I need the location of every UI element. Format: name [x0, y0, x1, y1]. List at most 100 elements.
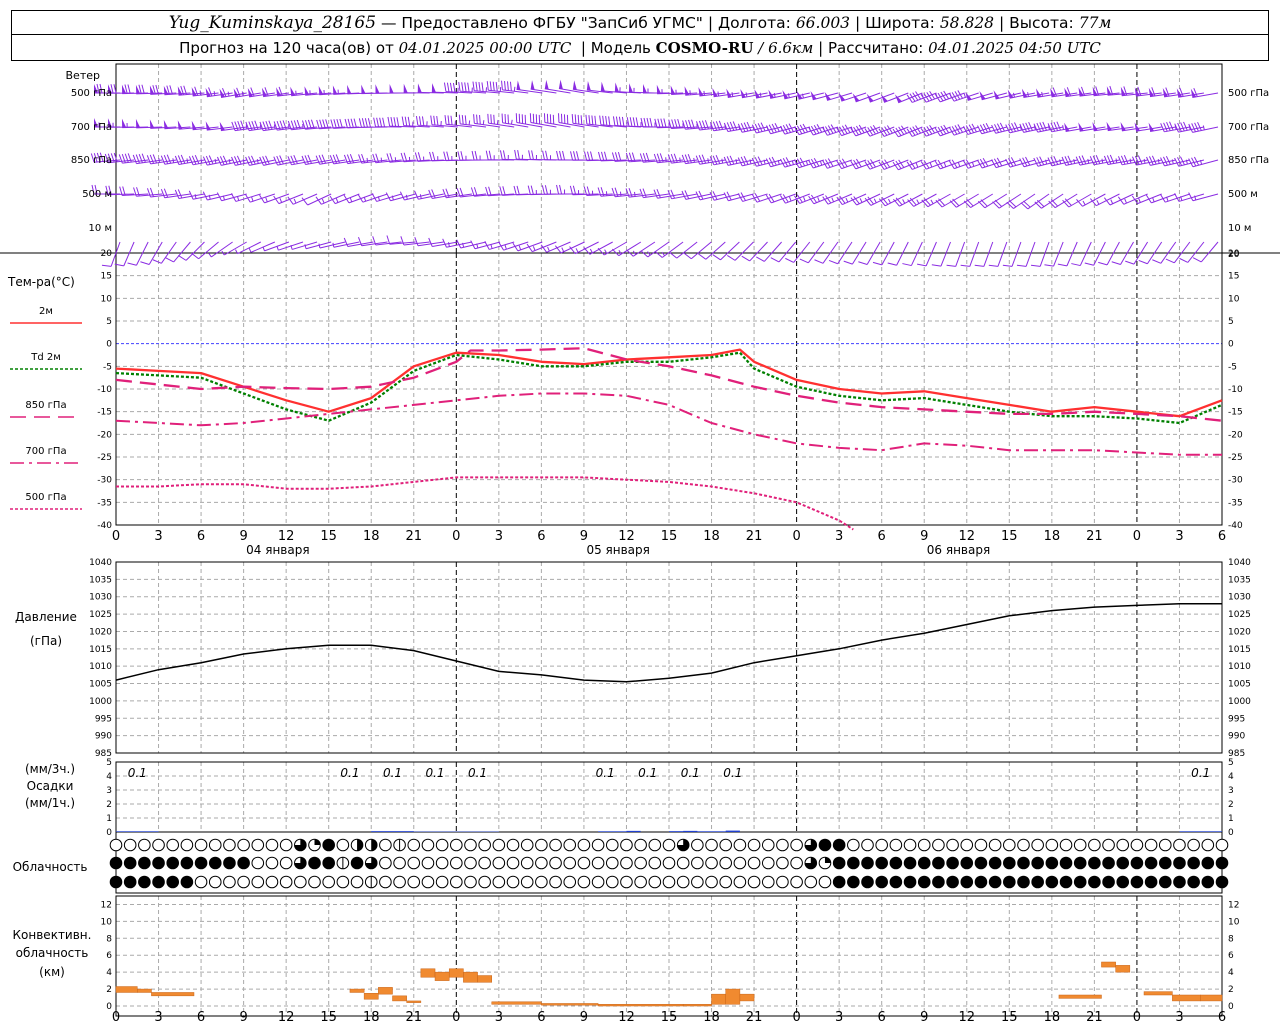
conv-ytick-left: 0 [106, 1002, 112, 1012]
wind-barb-feather [1078, 155, 1084, 165]
cloud-symbol [1088, 875, 1101, 889]
wind-barb-half [214, 158, 217, 164]
time-tick-label: 18 [703, 529, 720, 544]
wind-barb-shaft [855, 92, 881, 103]
temp-ytick-right: -40 [1228, 521, 1243, 531]
convective-bar [477, 975, 493, 983]
conv-title2: облачность [16, 946, 89, 960]
cloud-symbol-half [357, 839, 363, 851]
temp-ytick-left: -15 [97, 408, 112, 418]
temp-ytick-right: 10 [1228, 294, 1240, 304]
wind-barb-feather [931, 264, 942, 267]
wind-barb-feather [492, 81, 495, 91]
cloud-symbol [152, 875, 165, 889]
conv-ytick-left: 2 [106, 985, 112, 995]
cloud-symbol [1003, 838, 1016, 852]
cloud-symbol [790, 856, 803, 870]
wind-barb-feather [556, 150, 560, 161]
prec-title: Осадки [27, 779, 74, 793]
wind-barb-shaft [983, 241, 994, 267]
cloud-symbol-quarter-fill [314, 839, 321, 845]
wind-barb-half [276, 245, 279, 251]
temp-ytick-left: -10 [97, 385, 112, 395]
time-tick-label: 3 [1175, 529, 1183, 544]
cloud-symbol [875, 856, 888, 870]
cloud-symbol-half [371, 839, 378, 851]
convective-bar [1058, 994, 1102, 999]
pres-ytick-left: 1005 [89, 680, 112, 690]
wind-barb-feather [376, 117, 380, 127]
wind-barb-feather [504, 114, 507, 124]
wind-barb-pennant [1064, 122, 1070, 132]
wind-barb-half [745, 92, 748, 97]
wind-barb-feather [304, 155, 309, 165]
temp-ytick-right: -10 [1228, 385, 1243, 395]
convective-bar [434, 971, 450, 981]
cloud-symbol [662, 875, 676, 889]
wind-barb [902, 241, 923, 267]
cloud-symbol [549, 856, 562, 870]
wind-barb [880, 92, 909, 103]
cloud-symbol [577, 838, 591, 852]
wind-barb-half [693, 157, 695, 163]
wind-barb-feather [141, 84, 145, 94]
wind-barb [684, 86, 712, 96]
wind-barb [501, 113, 529, 128]
cloud-symbol [1003, 856, 1016, 870]
wind-barb-pennant [852, 93, 860, 102]
wind-barb-feather [530, 185, 534, 195]
wind-barb [417, 83, 444, 94]
wind-barb-shaft [1151, 193, 1176, 204]
wind-barb-feather [458, 114, 461, 124]
wind-barb-feather [421, 116, 425, 126]
wind-barb [765, 193, 796, 204]
time-tick-label: 9 [920, 529, 928, 544]
cloud-symbol [676, 875, 690, 889]
cloud-symbol [1116, 856, 1130, 870]
pres-ytick-left: 1035 [89, 575, 112, 585]
cloud-symbol [194, 856, 208, 870]
cloud-symbol [634, 856, 647, 870]
time-tick-label: 6 [878, 1010, 886, 1024]
wind-barb-feather [470, 187, 475, 197]
wind-barb-feather [458, 81, 461, 92]
cloud-symbol [350, 856, 364, 870]
wind-barb-feather [373, 117, 377, 127]
wind-barb-feather [364, 118, 368, 128]
wind-barb-pennant [177, 120, 183, 130]
cloud-symbol [421, 838, 435, 852]
wind-barb-feather [639, 188, 644, 198]
wind-barb-pennant [1078, 122, 1084, 132]
wind-barb-half [1073, 159, 1076, 164]
cloud-symbol [988, 856, 1002, 870]
wind-barb-feather [743, 122, 749, 132]
cloud-symbol [251, 856, 265, 870]
wind-barb-feather [501, 113, 504, 123]
wind-barb-feather [279, 155, 284, 165]
time-tick-label: 15 [320, 1010, 337, 1024]
wind-barb-feather [473, 187, 478, 197]
cloud-symbol [152, 838, 165, 852]
wind-barb-half [265, 197, 268, 203]
wind-barb-feather [770, 257, 780, 263]
cloud-symbol [478, 838, 491, 852]
cloud-symbol [1031, 875, 1044, 889]
cloud-symbol [279, 838, 293, 852]
wind-barb-half [1027, 92, 1029, 97]
cloud-symbol [379, 856, 392, 870]
wind-barb-feather [683, 252, 692, 260]
wind-barb-feather [559, 184, 563, 195]
cloud-symbol [265, 875, 279, 889]
wind-barb-feather [1179, 257, 1189, 263]
wind-barb-feather [178, 255, 187, 261]
wind-barb-feather [450, 115, 453, 125]
wind-barb [332, 85, 360, 95]
wind-barb-feather [1163, 122, 1168, 132]
wind-barb-shaft [1079, 241, 1092, 266]
cloud-symbol [903, 838, 917, 852]
pres-ytick-right: 1000 [1228, 697, 1251, 707]
cloud-symbol [804, 875, 818, 889]
wind-barb-feather [712, 121, 718, 131]
wind-barb-feather [887, 262, 897, 266]
cloud-symbol [265, 838, 279, 852]
